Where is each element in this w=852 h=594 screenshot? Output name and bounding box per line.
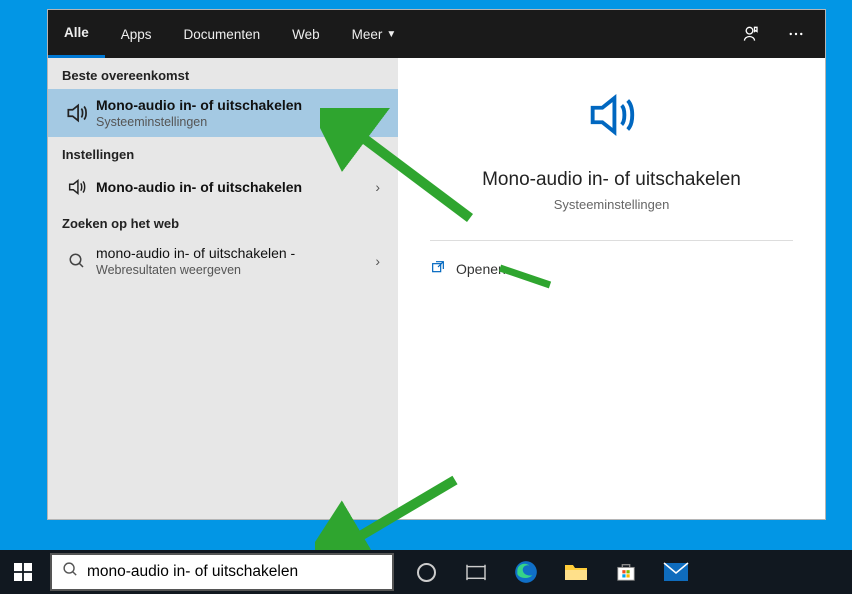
- chevron-right-icon: ›: [371, 253, 384, 269]
- file-explorer-button[interactable]: [552, 550, 600, 594]
- preview-pane: Mono-audio in- of uitschakelen Systeemin…: [398, 58, 825, 519]
- edge-button[interactable]: [502, 550, 550, 594]
- result-sub: Systeeminstellingen: [96, 115, 384, 129]
- section-settings: Instellingen: [48, 137, 398, 168]
- tab-apps[interactable]: Apps: [105, 10, 168, 58]
- store-icon: [615, 561, 637, 583]
- cortana-icon: [417, 563, 436, 582]
- tab-more[interactable]: Meer ▼: [336, 10, 413, 58]
- search-panel: Alle Apps Documenten Web Meer ▼ Beste ov…: [47, 9, 826, 520]
- result-best-match[interactable]: Mono-audio in- of uitschakelen Systeemin…: [48, 89, 398, 137]
- open-action[interactable]: Openen: [430, 259, 506, 278]
- preview-sub: Systeeminstellingen: [554, 197, 670, 212]
- chevron-down-icon: ▼: [386, 29, 396, 40]
- more-options-icon[interactable]: [777, 15, 815, 53]
- result-title: Mono-audio in- of uitschakelen: [96, 179, 371, 195]
- edge-icon: [513, 559, 539, 585]
- feedback-icon[interactable]: [733, 15, 771, 53]
- speaker-icon: [576, 86, 648, 149]
- preview-title: Mono-audio in- of uitschakelen: [482, 169, 741, 191]
- tabs-bar: Alle Apps Documenten Web Meer ▼: [48, 10, 825, 58]
- section-web-search: Zoeken op het web: [48, 206, 398, 237]
- result-title: Mono-audio in- of uitschakelen: [96, 97, 384, 113]
- tab-documents[interactable]: Documenten: [168, 10, 277, 58]
- taskbar: [0, 550, 852, 594]
- result-title: mono-audio in- of uitschakelen -: [96, 245, 371, 261]
- taskbar-search-box[interactable]: [50, 553, 394, 591]
- task-view-button[interactable]: [452, 550, 500, 594]
- tab-more-label: Meer: [352, 27, 383, 42]
- microsoft-store-button[interactable]: [602, 550, 650, 594]
- speaker-icon: [62, 100, 92, 126]
- cortana-button[interactable]: [402, 550, 450, 594]
- results-list: Beste overeenkomst Mono-audio in- of uit…: [48, 58, 398, 519]
- task-view-icon: [465, 563, 487, 581]
- search-icon: [62, 252, 92, 270]
- mail-icon: [663, 562, 689, 582]
- open-label: Openen: [456, 261, 506, 277]
- speaker-icon: [62, 176, 92, 198]
- open-icon: [430, 259, 446, 278]
- mail-button[interactable]: [652, 550, 700, 594]
- tab-all[interactable]: Alle: [48, 10, 105, 58]
- folder-icon: [564, 562, 588, 582]
- result-web[interactable]: mono-audio in- of uitschakelen - Webresu…: [48, 237, 398, 285]
- search-icon: [62, 561, 79, 583]
- chevron-right-icon: ›: [371, 179, 384, 195]
- search-input[interactable]: [87, 563, 382, 581]
- start-button[interactable]: [0, 550, 46, 594]
- windows-icon: [14, 563, 32, 581]
- result-sub: Webresultaten weergeven: [96, 263, 371, 277]
- section-best-match: Beste overeenkomst: [48, 58, 398, 89]
- result-setting[interactable]: Mono-audio in- of uitschakelen ›: [48, 168, 398, 206]
- tab-web[interactable]: Web: [276, 10, 336, 58]
- divider: [430, 240, 793, 241]
